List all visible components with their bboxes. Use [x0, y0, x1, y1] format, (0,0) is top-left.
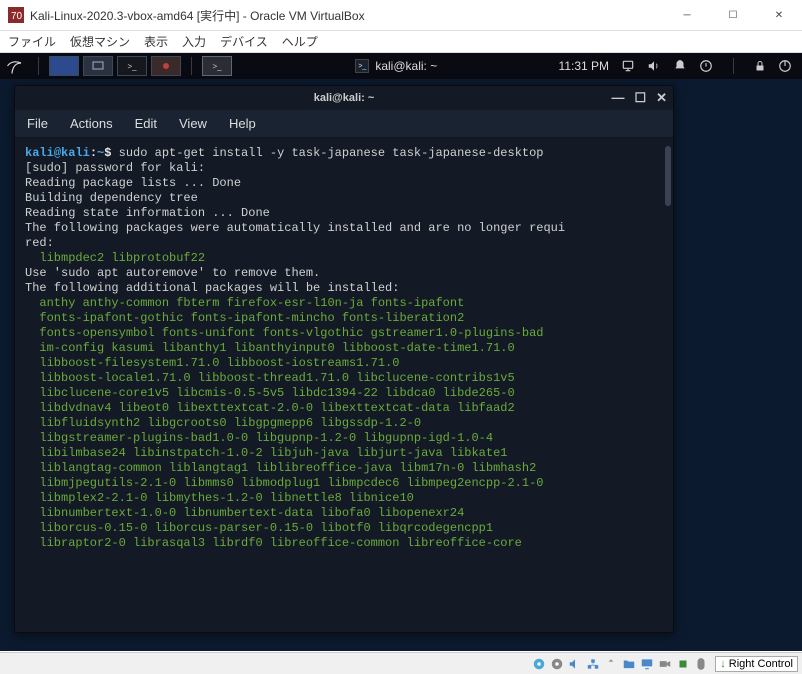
status-shared-folder-icon[interactable] [621, 656, 637, 672]
vbox-app-icon: 70 [8, 7, 24, 23]
panel-active-window-title[interactable]: >_ kali@kali: ~ [345, 59, 447, 73]
terminal-body[interactable]: kali@kali:~$ sudo apt-get install -y tas… [15, 138, 673, 632]
task-item-4[interactable] [151, 56, 181, 76]
status-usb-icon[interactable] [603, 656, 619, 672]
lock-icon[interactable] [754, 59, 766, 73]
task-item-3[interactable]: >_ [117, 56, 147, 76]
terminal-menu-edit[interactable]: Edit [135, 116, 157, 131]
vbox-menu-file[interactable]: ファイル [8, 33, 56, 50]
task-item-terminal-active[interactable]: >_ [202, 56, 232, 76]
panel-task-items: >_ >_ [47, 53, 234, 79]
status-hdd-icon[interactable] [531, 656, 547, 672]
terminal-install-line: im-config kasumi libanthy1 libanthyinput… [25, 341, 515, 355]
terminal-command: sudo apt-get install -y task-japanese ta… [119, 146, 544, 160]
status-mouse-icon[interactable] [693, 656, 709, 672]
terminal-menu-view[interactable]: View [179, 116, 207, 131]
terminal-install-line: libdvdnav4 libeot0 libexttextcat-2.0-0 l… [25, 401, 515, 415]
terminal-title-text: kali@kali: ~ [314, 92, 375, 104]
prompt-at: @ [54, 146, 61, 160]
terminal-line: red: [25, 236, 54, 250]
panel-separator-2 [191, 57, 192, 75]
kali-logo-icon[interactable] [0, 53, 30, 79]
status-display-icon[interactable] [639, 656, 655, 672]
vbox-statusbar: ↓ Right Control [0, 652, 802, 674]
terminal-menubar: File Actions Edit View Help [15, 110, 673, 138]
terminal-install-line: anthy anthy-common fbterm firefox-esr-l1… [25, 296, 464, 310]
terminal-install-line: libclucene-core1v5 libcmis-0.5-5v5 libdc… [25, 386, 515, 400]
terminal-install-line: libboost-locale1.71.0 libboost-thread1.7… [25, 371, 515, 385]
terminal-install-line: libgstreamer-plugins-bad1.0-0 libgupnp-1… [25, 431, 493, 445]
terminal-install-line: liborcus-0.15-0 liborcus-parser-0.15-0 l… [25, 521, 493, 535]
vbox-menu-input[interactable]: 入力 [182, 33, 206, 50]
vbox-maximize-button[interactable]: ☐ [710, 0, 756, 31]
terminal-titlebar[interactable]: kali@kali: ~ — ☐ ✕ [15, 86, 673, 110]
terminal-line: [sudo] password for kali: [25, 161, 205, 175]
status-cpu-icon[interactable] [675, 656, 691, 672]
terminal-line: Reading state information ... Done [25, 206, 270, 220]
terminal-menu-file[interactable]: File [27, 116, 48, 131]
terminal-install-line: libnumbertext-1.0-0 libnumbertext-data l… [25, 506, 464, 520]
vbox-minimize-button[interactable]: ─ [664, 0, 710, 31]
panel-tray: 11:31 PM [559, 58, 802, 74]
status-recording-icon[interactable] [657, 656, 673, 672]
power-icon[interactable] [699, 59, 713, 73]
task-item-1[interactable] [49, 56, 79, 76]
vbox-menubar: ファイル 仮想マシン 表示 入力 デバイス ヘルプ [0, 31, 802, 53]
terminal-line: Building dependency tree [25, 191, 198, 205]
vbox-window-title: Kali-Linux-2020.3-vbox-amd64 [実行中] - Ora… [30, 7, 664, 24]
terminal-menu-help[interactable]: Help [229, 116, 256, 131]
terminal-icon: >_ [355, 59, 369, 73]
terminal-maximize-button[interactable]: ☐ [634, 90, 646, 106]
terminal-install-line: fonts-opensymbol fonts-unifont fonts-vlg… [25, 326, 543, 340]
host-key-label: Right Control [729, 658, 793, 670]
terminal-minimize-button[interactable]: — [611, 90, 624, 106]
kali-panel: >_ >_ >_ kali@kali: ~ 11:31 PM [0, 53, 802, 79]
network-icon[interactable] [621, 59, 635, 73]
status-optical-icon[interactable] [549, 656, 565, 672]
prompt-sym: $ [104, 146, 111, 160]
status-network-icon[interactable] [585, 656, 601, 672]
prompt-sep: : [90, 146, 97, 160]
terminal-install-line: libboost-filesystem1.71.0 libboost-iostr… [25, 356, 399, 370]
panel-separator [38, 57, 39, 75]
prompt-user: kali [25, 146, 54, 160]
terminal-line: The following packages were automaticall… [25, 221, 565, 235]
volume-icon[interactable] [647, 59, 661, 73]
terminal-install-line: libmplex2-2.1-0 libmythes-1.2-0 libnettl… [25, 491, 414, 505]
notification-icon[interactable] [673, 59, 687, 73]
terminal-autoremove-pkgs: libmpdec2 libprotobuf22 [25, 251, 205, 265]
terminal-install-line: liblangtag-common liblangtag1 liblibreof… [25, 461, 536, 475]
logout-icon[interactable] [778, 59, 792, 73]
terminal-install-line: fonts-ipafont-gothic fonts-ipafont-minch… [25, 311, 464, 325]
svg-text:70: 70 [11, 11, 23, 22]
panel-app-title-text: kali@kali: ~ [375, 59, 437, 73]
status-host-key[interactable]: ↓ Right Control [715, 656, 798, 672]
terminal-install-line: libilmbase24 libinstpatch-1.0-2 libjuh-j… [25, 446, 507, 460]
vbox-menu-machine[interactable]: 仮想マシン [70, 33, 130, 50]
vbox-close-button[interactable]: ✕ [756, 0, 802, 31]
terminal-install-line: libfluidsynth2 libgcroots0 libgpgmepp6 l… [25, 416, 421, 430]
status-audio-icon[interactable] [567, 656, 583, 672]
vbox-menu-view[interactable]: 表示 [144, 33, 168, 50]
terminal-window: kali@kali: ~ — ☐ ✕ File Actions Edit Vie… [14, 85, 674, 633]
kali-desktop: >_ >_ >_ kali@kali: ~ 11:31 PM kali@kali… [0, 53, 802, 651]
terminal-autoremove-hint: Use 'sudo apt autoremove' to remove them… [25, 266, 320, 280]
prompt-host: kali [61, 146, 90, 160]
host-key-arrow-icon: ↓ [720, 658, 726, 670]
terminal-install-header: The following additional packages will b… [25, 281, 399, 295]
tray-separator [733, 58, 734, 74]
terminal-scrollbar[interactable] [665, 146, 671, 206]
vbox-titlebar: 70 Kali-Linux-2020.3-vbox-amd64 [実行中] - … [0, 0, 802, 31]
terminal-install-line: libmjpegutils-2.1-0 libmms0 libmodplug1 … [25, 476, 543, 490]
terminal-install-line: libraptor2-0 librasqal3 librdf0 libreoff… [25, 536, 522, 550]
task-item-2[interactable] [83, 56, 113, 76]
terminal-line: Reading package lists ... Done [25, 176, 241, 190]
panel-clock[interactable]: 11:31 PM [559, 59, 609, 73]
terminal-menu-actions[interactable]: Actions [70, 116, 113, 131]
terminal-close-button[interactable]: ✕ [656, 90, 667, 106]
vbox-menu-help[interactable]: ヘルプ [282, 33, 318, 50]
vbox-menu-devices[interactable]: デバイス [220, 33, 268, 50]
